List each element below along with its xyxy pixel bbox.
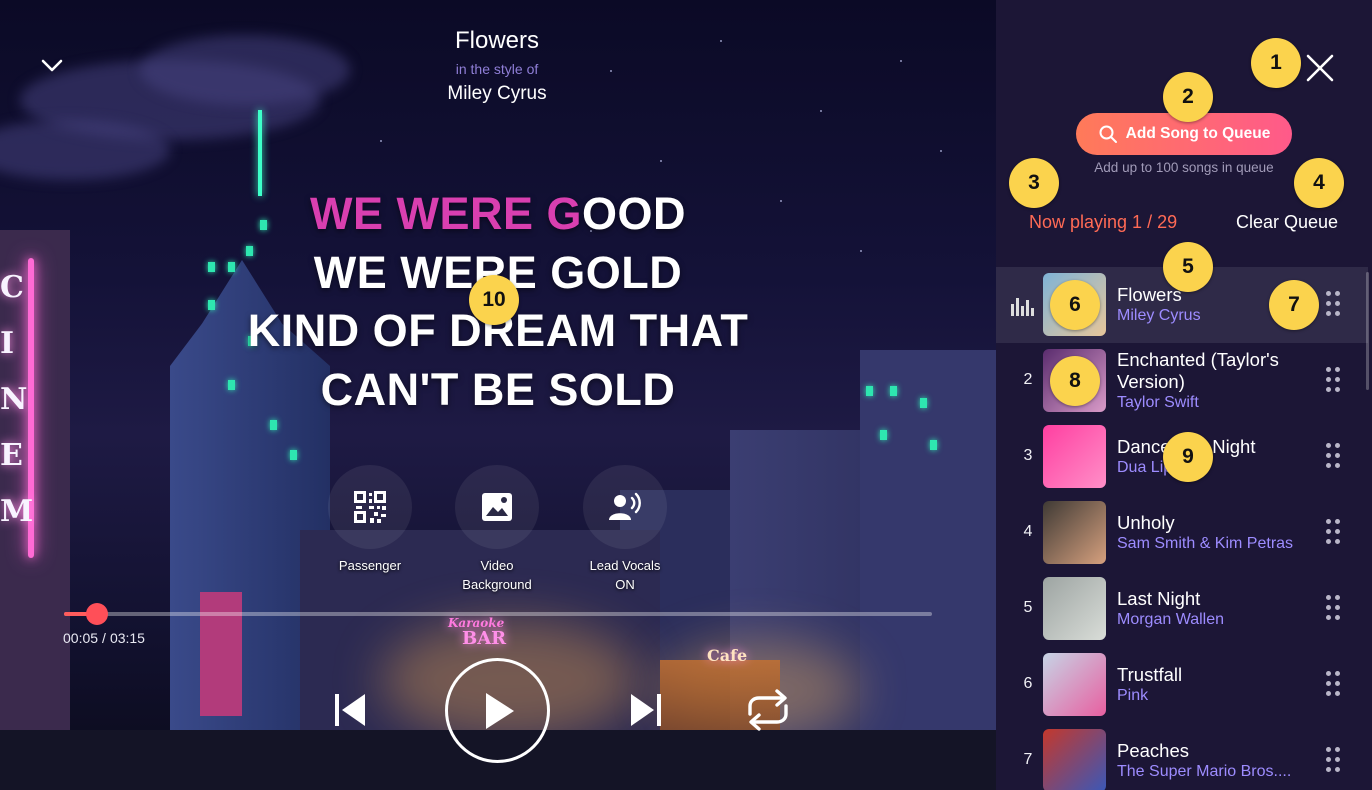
queue-item-number: 3	[1023, 447, 1033, 464]
skip-next-icon	[631, 694, 661, 726]
total-time: 03:15	[109, 630, 145, 646]
lyric-sung-part: WE WERE G	[309, 188, 582, 239]
lyric-line-1: WE WERE GOOD	[200, 185, 796, 244]
queue-item-artist: The Super Mario Bros....	[1117, 763, 1292, 780]
passenger-label: Passenger	[338, 558, 402, 573]
callout-badge: 9	[1163, 432, 1213, 482]
queue-item-artist: Sam Smith & Kim Petras	[1117, 535, 1294, 552]
video-background-label: Video Background	[437, 556, 557, 594]
skip-previous-icon	[335, 694, 365, 726]
queue-item[interactable]: 6 Trustfall Pink	[996, 647, 1368, 723]
add-song-label: Add Song to Queue	[1125, 125, 1271, 142]
queue-item-title: Peaches	[1117, 740, 1189, 761]
queue-item[interactable]: 4 Unholy Sam Smith & Kim Petras	[996, 495, 1368, 571]
bar-sign: BAR	[462, 628, 507, 649]
callout-badge: 1	[1251, 38, 1301, 88]
play-button[interactable]	[445, 658, 550, 763]
queue-item-artist: Morgan Wallen	[1117, 611, 1225, 628]
drag-handle-icon[interactable]	[1326, 291, 1342, 319]
song-header: Flowers in the style of Miley Cyrus	[397, 26, 597, 106]
queue-item-title: Dance The Night	[1117, 436, 1256, 457]
vocals-state: ON	[615, 577, 635, 592]
video-label-line-2: Background	[462, 577, 532, 592]
style-label: in the style of	[455, 61, 539, 77]
queue-scrollbar[interactable]	[1366, 272, 1369, 390]
previous-button[interactable]	[326, 684, 374, 736]
song-artist: Miley Cyrus	[447, 83, 547, 104]
collapse-button[interactable]	[37, 50, 67, 80]
queue-item-artist: Dua Lipa	[1117, 459, 1182, 476]
now-playing-equalizer-icon	[1011, 298, 1034, 316]
queue-item-title: Last Night	[1117, 588, 1201, 609]
close-icon	[1306, 54, 1334, 82]
chevron-down-icon	[41, 59, 63, 72]
drag-handle-icon[interactable]	[1326, 747, 1342, 775]
lyric-line-4: CAN'T BE SOLD	[320, 363, 676, 415]
next-button[interactable]	[622, 684, 670, 736]
queue-item-number: 2	[1023, 371, 1033, 388]
image-icon	[482, 493, 512, 521]
time-separator: /	[102, 630, 106, 646]
queue-item-number: 7	[1023, 751, 1033, 768]
queue-item-number: 5	[1023, 599, 1033, 616]
drag-handle-icon[interactable]	[1326, 595, 1342, 623]
drag-handle-icon[interactable]	[1326, 519, 1342, 547]
progress-handle[interactable]	[85, 603, 108, 625]
callout-badge: 4	[1294, 158, 1344, 208]
queue-item-title: Enchanted (Taylor's Version)	[1117, 349, 1279, 392]
album-art	[1043, 501, 1106, 564]
passenger-button[interactable]	[328, 465, 412, 549]
queue-item-number: 6	[1023, 675, 1033, 692]
progress-bar[interactable]	[64, 603, 932, 625]
repeat-icon	[748, 689, 788, 731]
vocals-label-line-1: Lead Vocals	[589, 558, 661, 573]
video-label-line-1: Video	[480, 558, 514, 573]
song-title: Flowers	[454, 27, 539, 54]
queue-item-artist: Taylor Swift	[1117, 394, 1199, 411]
album-art	[1043, 653, 1106, 716]
callout-badge: 6	[1050, 280, 1100, 330]
callout-badge: 2	[1163, 72, 1213, 122]
play-icon	[485, 692, 514, 729]
queue-limit-hint: Add up to 100 songs in queue	[1094, 160, 1274, 175]
qr-code-icon	[354, 491, 386, 523]
callout-badge: 7	[1269, 280, 1319, 330]
album-art	[1043, 425, 1106, 488]
queue-item[interactable]: 7 Peaches The Super Mario Bros....	[996, 723, 1368, 790]
lyric-unsung-part: OOD	[581, 188, 686, 239]
drag-handle-icon[interactable]	[1326, 671, 1342, 699]
callout-badge: 10	[469, 275, 519, 325]
voice-icon	[609, 492, 641, 520]
drag-handle-icon[interactable]	[1326, 443, 1342, 471]
cafe-sign: Cafe	[707, 646, 748, 665]
lead-vocals-button[interactable]	[583, 465, 667, 549]
queue-item-title: Trustfall	[1117, 664, 1183, 685]
repeat-button[interactable]	[740, 686, 796, 734]
album-art	[1043, 577, 1106, 640]
queue-item-artist: Pink	[1117, 687, 1149, 704]
karaoke-stage: CINEM Karaoke BAR Cafe Flowers in the st…	[0, 0, 996, 790]
lead-vocals-label: Lead Vocals ON	[565, 556, 685, 594]
video-background-button[interactable]	[455, 465, 539, 549]
time-display: 00:05/03:15	[63, 630, 145, 646]
drag-handle-icon[interactable]	[1326, 367, 1342, 395]
callout-badge: 5	[1163, 242, 1213, 292]
callout-badge: 8	[1050, 356, 1100, 406]
clear-queue-button[interactable]: Clear Queue	[1236, 212, 1338, 233]
queue-item[interactable]: 5 Last Night Morgan Wallen	[996, 571, 1368, 647]
album-art	[1043, 729, 1106, 790]
current-time: 00:05	[63, 630, 99, 646]
queue-item-number: 4	[1023, 523, 1033, 540]
callout-badge: 3	[1009, 158, 1059, 208]
search-icon	[1099, 125, 1117, 143]
now-playing-counter: Now playing 1 / 29	[1029, 212, 1178, 232]
queue-item-title: Unholy	[1117, 512, 1175, 533]
close-button[interactable]	[1302, 50, 1338, 86]
